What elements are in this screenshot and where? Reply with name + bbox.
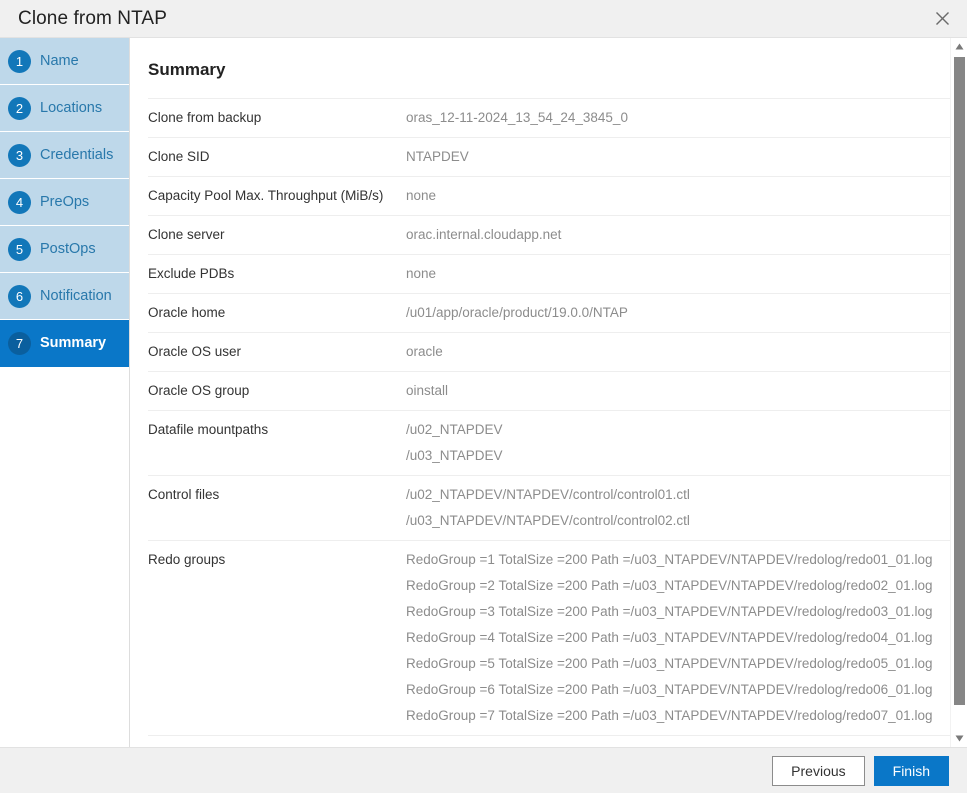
summary-value-line: NTAPDEV	[406, 147, 956, 167]
step-number-badge: 5	[8, 238, 31, 261]
dialog-titlebar: Clone from NTAP	[0, 0, 967, 38]
summary-value-line: RedoGroup =5 TotalSize =200 Path =/u03_N…	[406, 654, 956, 674]
summary-row: Oracle OS groupoinstall	[148, 371, 956, 410]
summary-value-line: oracle	[406, 342, 956, 362]
summary-row-value: /u02_NTAPDEV/NTAPDEV/control/control01.c…	[406, 485, 956, 531]
summary-row-label: Datafile mountpaths	[148, 420, 406, 439]
sidebar-step-credentials[interactable]: 3 Credentials	[0, 132, 129, 179]
summary-value-line: /u03_NTAPDEV	[406, 446, 956, 466]
summary-row: Clone SIDNTAPDEV	[148, 137, 956, 176]
sidebar-step-preops[interactable]: 4 PreOps	[0, 179, 129, 226]
sidebar-filler	[0, 367, 129, 747]
summary-row-label: Capacity Pool Max. Throughput (MiB/s)	[148, 186, 406, 205]
sidebar-step-label: PreOps	[40, 194, 89, 210]
summary-row-value: RedoGroup =1 TotalSize =200 Path =/u03_N…	[406, 550, 956, 726]
sidebar-step-label: Credentials	[40, 147, 113, 163]
summary-value-line: none	[406, 264, 956, 284]
sidebar-step-notification[interactable]: 6 Notification	[0, 273, 129, 320]
summary-row-value: /u01/app/oracle/product/19.0.0/NTAP	[406, 303, 956, 323]
summary-value-line: RedoGroup =7 TotalSize =200 Path =/u03_N…	[406, 706, 956, 726]
summary-value-line: none	[406, 186, 956, 206]
summary-row-value: Until Cancel	[406, 745, 956, 747]
summary-row-value: none	[406, 264, 956, 284]
summary-row: Exclude PDBsnone	[148, 254, 956, 293]
summary-row-label: Redo groups	[148, 550, 406, 569]
summary-row: Oracle home/u01/app/oracle/product/19.0.…	[148, 293, 956, 332]
summary-row: Clone from backuporas_12-11-2024_13_54_2…	[148, 98, 956, 137]
summary-value-line: /u02_NTAPDEV/NTAPDEV/control/control01.c…	[406, 485, 956, 505]
page-title: Summary	[148, 38, 967, 98]
summary-row-value: orac.internal.cloudapp.net	[406, 225, 956, 245]
sidebar-step-locations[interactable]: 2 Locations	[0, 85, 129, 132]
close-icon[interactable]	[927, 4, 957, 34]
summary-content-scroll-area: Summary Clone from backuporas_12-11-2024…	[130, 38, 967, 747]
sidebar-step-summary[interactable]: 7 Summary	[0, 320, 129, 367]
summary-row-label: Exclude PDBs	[148, 264, 406, 283]
summary-row: Capacity Pool Max. Throughput (MiB/s)non…	[148, 176, 956, 215]
wizard-sidebar: 1 Name 2 Locations 3 Credentials 4 PreOps 5 PostO…	[0, 38, 130, 747]
summary-row: Redo groupsRedoGroup =1 TotalSize =200 P…	[148, 540, 956, 735]
summary-value-line: RedoGroup =3 TotalSize =200 Path =/u03_N…	[406, 602, 956, 622]
scroll-down-arrow-icon[interactable]	[951, 730, 967, 747]
vertical-scrollbar[interactable]	[950, 38, 967, 747]
summary-table: Clone from backuporas_12-11-2024_13_54_2…	[148, 98, 956, 747]
summary-row-label: Oracle home	[148, 303, 406, 322]
summary-value-line: oras_12-11-2024_13_54_24_3845_0	[406, 108, 956, 128]
summary-value-line: Until Cancel	[406, 745, 956, 747]
sidebar-step-label: Name	[40, 53, 79, 69]
sidebar-step-label: PostOps	[40, 241, 96, 257]
step-number-badge: 7	[8, 332, 31, 355]
summary-row-value: oinstall	[406, 381, 956, 401]
summary-value-line: RedoGroup =1 TotalSize =200 Path =/u03_N…	[406, 550, 956, 570]
summary-value-line: RedoGroup =6 TotalSize =200 Path =/u03_N…	[406, 680, 956, 700]
step-number-badge: 6	[8, 285, 31, 308]
summary-row-label: Clone from backup	[148, 108, 406, 127]
summary-row-value: oracle	[406, 342, 956, 362]
summary-value-line: RedoGroup =2 TotalSize =200 Path =/u03_N…	[406, 576, 956, 596]
scroll-up-arrow-icon[interactable]	[951, 38, 967, 55]
summary-row-value: oras_12-11-2024_13_54_24_3845_0	[406, 108, 956, 128]
summary-row-label: Recovery scope	[148, 745, 406, 747]
summary-row-label: Control files	[148, 485, 406, 504]
finish-button[interactable]: Finish	[874, 756, 949, 786]
summary-row-label: Clone server	[148, 225, 406, 244]
summary-row-label: Oracle OS group	[148, 381, 406, 400]
dialog-body: 1 Name 2 Locations 3 Credentials 4 PreOps 5 PostO…	[0, 38, 967, 747]
sidebar-step-postops[interactable]: 5 PostOps	[0, 226, 129, 273]
previous-button[interactable]: Previous	[772, 756, 864, 786]
summary-row: Clone serverorac.internal.cloudapp.net	[148, 215, 956, 254]
dialog-footer: Previous Finish	[0, 747, 967, 793]
summary-row-value: /u02_NTAPDEV/u03_NTAPDEV	[406, 420, 956, 466]
summary-content: Summary Clone from backuporas_12-11-2024…	[130, 38, 967, 747]
sidebar-step-label: Notification	[40, 288, 112, 304]
summary-row: Datafile mountpaths/u02_NTAPDEV/u03_NTAP…	[148, 410, 956, 475]
step-number-badge: 1	[8, 50, 31, 73]
summary-value-line: RedoGroup =4 TotalSize =200 Path =/u03_N…	[406, 628, 956, 648]
clone-from-ntap-dialog: Clone from NTAP 1 Name 2 Locations 3 Credenti…	[0, 0, 967, 793]
summary-row-value: NTAPDEV	[406, 147, 956, 167]
summary-row-value: none	[406, 186, 956, 206]
sidebar-step-name[interactable]: 1 Name	[0, 38, 129, 85]
scrollbar-thumb[interactable]	[954, 57, 965, 705]
scrollbar-track[interactable]	[951, 55, 967, 730]
summary-value-line: orac.internal.cloudapp.net	[406, 225, 956, 245]
summary-value-line: /u01/app/oracle/product/19.0.0/NTAP	[406, 303, 956, 323]
summary-row-label: Oracle OS user	[148, 342, 406, 361]
summary-value-line: /u03_NTAPDEV/NTAPDEV/control/control02.c…	[406, 511, 956, 531]
summary-row: Oracle OS useroracle	[148, 332, 956, 371]
summary-value-line: /u02_NTAPDEV	[406, 420, 956, 440]
step-number-badge: 2	[8, 97, 31, 120]
summary-row: Control files/u02_NTAPDEV/NTAPDEV/contro…	[148, 475, 956, 540]
sidebar-step-label: Summary	[40, 335, 106, 351]
step-number-badge: 3	[8, 144, 31, 167]
summary-row: Recovery scopeUntil Cancel	[148, 735, 956, 747]
dialog-title: Clone from NTAP	[18, 8, 167, 30]
step-number-badge: 4	[8, 191, 31, 214]
sidebar-step-label: Locations	[40, 100, 102, 116]
summary-row-label: Clone SID	[148, 147, 406, 166]
summary-value-line: oinstall	[406, 381, 956, 401]
